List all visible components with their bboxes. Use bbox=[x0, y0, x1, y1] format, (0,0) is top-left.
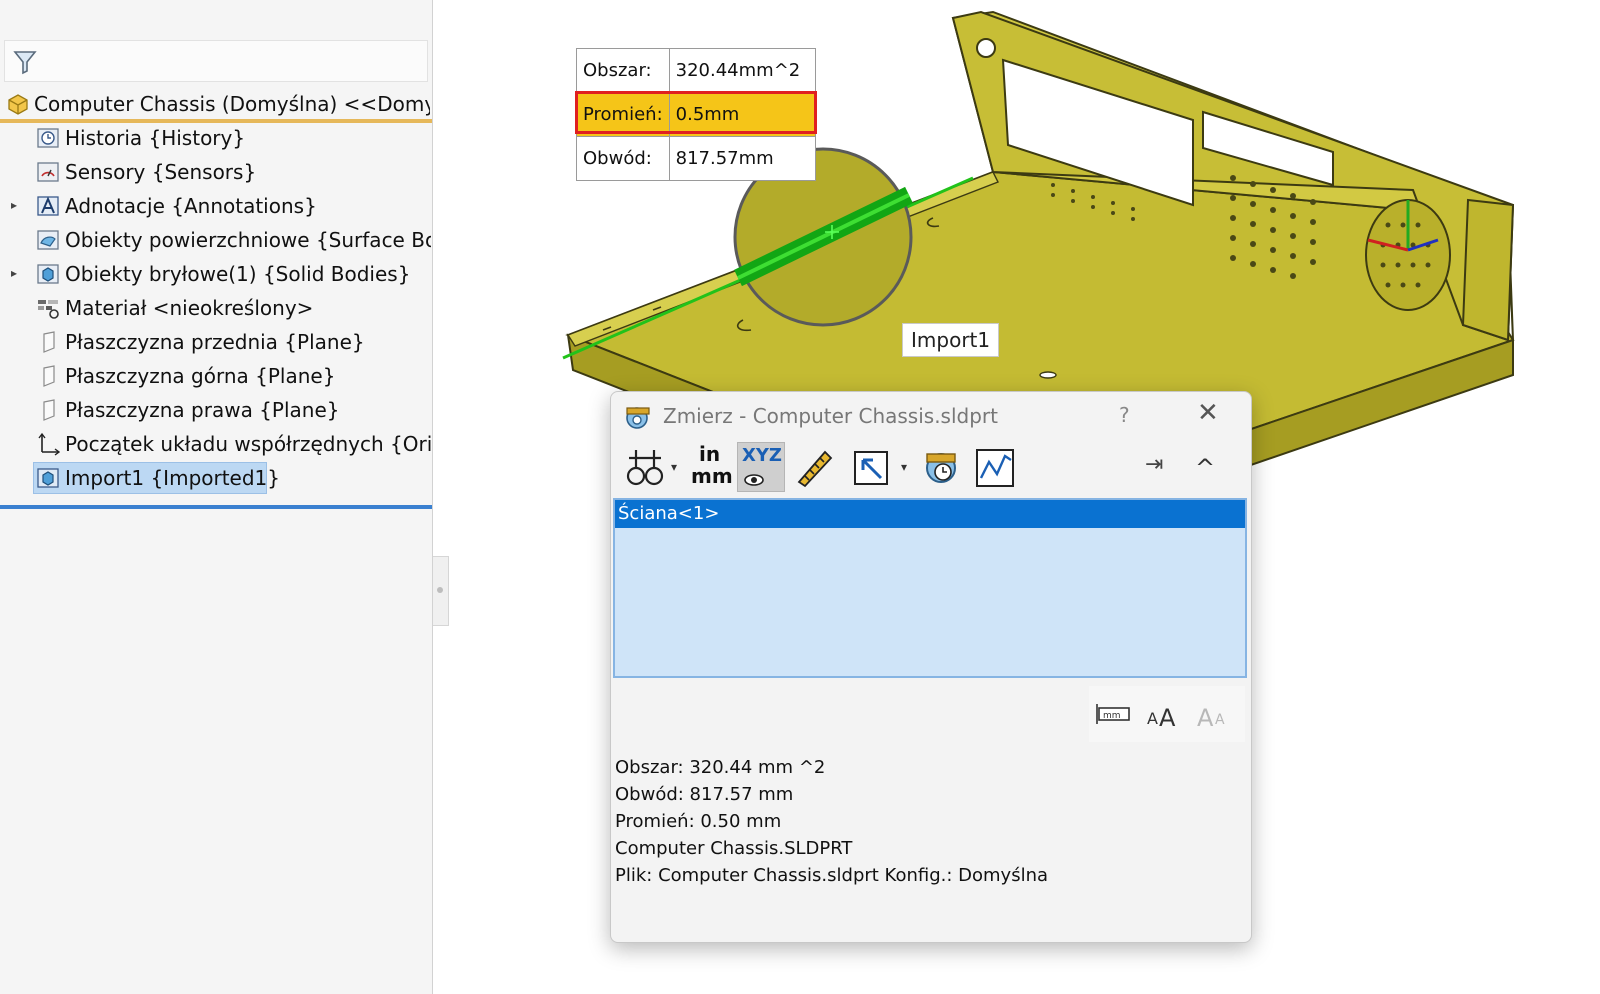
plane-icon bbox=[43, 399, 55, 421]
callout-perimeter-value: 817.57mm bbox=[668, 136, 817, 181]
tree-item-label: Płaszczyzna przednia {Plane} bbox=[65, 330, 365, 354]
ruler-icon bbox=[797, 450, 833, 488]
result-part-name: Computer Chassis.SLDPRT bbox=[615, 838, 853, 859]
annotation-icon bbox=[37, 196, 59, 216]
units-precision-button[interactable]: in mm bbox=[685, 442, 733, 492]
tree-item-origin[interactable]: Początek układu współrzędnych {Orig bbox=[0, 427, 432, 461]
projection-arrow-icon bbox=[854, 451, 888, 485]
callout-radius-value: 0.5mm bbox=[668, 92, 817, 137]
callout-area-row: Obszar: 320.44mm^2 bbox=[576, 48, 817, 93]
history-icon bbox=[37, 128, 59, 148]
tree-item-label: Sensory {Sensors} bbox=[65, 160, 257, 184]
measure-tool-icon bbox=[626, 407, 650, 429]
projection-button[interactable] bbox=[847, 442, 895, 492]
selection-item-face[interactable]: Ściana<1> bbox=[615, 500, 1245, 528]
measurement-history-button[interactable] bbox=[917, 442, 965, 492]
expand-arrow-icon[interactable]: ▸ bbox=[11, 198, 17, 212]
svg-text:mm: mm bbox=[1103, 711, 1121, 721]
increase-font-icon[interactable]: A A bbox=[1143, 696, 1183, 732]
chevron-down-icon[interactable]: ▾ bbox=[671, 460, 677, 474]
point-to-point-button[interactable] bbox=[789, 442, 837, 492]
format-toolbar: mm A A A A bbox=[1089, 686, 1245, 742]
tree-item-label: Materiał <nieokreślony> bbox=[65, 296, 314, 320]
plane-icon bbox=[43, 365, 55, 387]
dialog-title: Zmierz - Computer Chassis.sldprt bbox=[663, 404, 998, 428]
units-label-mm: mm bbox=[691, 464, 733, 488]
dual-dimension-icon[interactable]: mm bbox=[1093, 696, 1133, 732]
tree-root-label: Computer Chassis (Domyślna) <<Domyśl bbox=[34, 92, 430, 116]
svg-text:A: A bbox=[1215, 712, 1225, 728]
xyz-label: XYZ bbox=[742, 445, 782, 466]
sensor-graph-button[interactable] bbox=[971, 442, 1019, 492]
result-radius: Promień: 0.50 mm bbox=[615, 811, 782, 832]
tree-item-label: Historia {History} bbox=[65, 126, 246, 150]
show-xyz-button[interactable]: XYZ bbox=[737, 442, 785, 492]
callout-radius-row: Promień: 0.5mm bbox=[576, 92, 817, 137]
tree-item-front-plane[interactable]: Płaszczyzna przednia {Plane} bbox=[0, 325, 432, 359]
tree-item-label: Import1 {Imported1} bbox=[65, 466, 281, 490]
help-button[interactable]: ? bbox=[1119, 403, 1130, 427]
filter-icon[interactable] bbox=[13, 49, 37, 75]
tree-item-solid-bodies[interactable]: ▸ Obiekty bryłowe(1) {Solid Bodies} bbox=[0, 257, 432, 291]
surface-bodies-icon bbox=[37, 230, 59, 250]
callout-perimeter-key: Obwód: bbox=[576, 136, 670, 181]
tree-item-label: Obiekty powierzchniowe {Surface Bod bbox=[65, 228, 431, 252]
collapse-chevron-icon[interactable]: ^ bbox=[1195, 454, 1215, 482]
callout-radius-key: Promień: bbox=[576, 92, 670, 137]
svg-text:A: A bbox=[1159, 704, 1176, 732]
sensor-icon bbox=[37, 162, 59, 182]
tree-item-history[interactable]: Historia {History} bbox=[0, 121, 432, 155]
tree-item-import1[interactable]: Import1 {Imported1} bbox=[0, 461, 432, 495]
arc-circle-icon bbox=[626, 450, 664, 486]
import-underline bbox=[0, 505, 432, 509]
tree-item-sensors[interactable]: Sensory {Sensors} bbox=[0, 155, 432, 189]
measure-history-icon bbox=[926, 453, 956, 483]
decrease-font-icon[interactable]: A A bbox=[1193, 696, 1233, 732]
tree-item-top-plane[interactable]: Płaszczyzna górna {Plane} bbox=[0, 359, 432, 393]
measure-results: Obszar: 320.44 mm ^2 Obwód: 817.57 mm Pr… bbox=[615, 754, 1048, 889]
import-feature-icon bbox=[37, 468, 59, 488]
eye-icon bbox=[744, 474, 764, 486]
tree-item-label: Obiekty bryłowe(1) {Solid Bodies} bbox=[65, 262, 411, 286]
tree-item-annotations[interactable]: ▸ Adnotacje {Annotations} bbox=[0, 189, 432, 223]
expand-arrow-icon[interactable]: ▸ bbox=[11, 266, 17, 280]
measure-callout: Obszar: 320.44mm^2 Promień: 0.5mm Obwód:… bbox=[576, 48, 817, 181]
origin-icon bbox=[38, 432, 60, 456]
solid-bodies-icon bbox=[37, 264, 59, 284]
tree-item-label: Płaszczyzna górna {Plane} bbox=[65, 364, 336, 388]
result-perimeter: Obwód: 817.57 mm bbox=[615, 784, 794, 805]
tree-item-right-plane[interactable]: Płaszczyzna prawa {Plane} bbox=[0, 393, 432, 427]
close-button[interactable]: ✕ bbox=[1197, 398, 1219, 428]
measure-toolbar: ▾ in mm XYZ ▾ ⇥ ^ bbox=[621, 442, 1241, 494]
tree-item-surface-bodies[interactable]: Obiekty powierzchniowe {Surface Bod bbox=[0, 223, 432, 257]
arc-circle-measurement-button[interactable] bbox=[621, 442, 669, 492]
svg-text:A: A bbox=[1147, 709, 1158, 728]
measure-dialog: Zmierz - Computer Chassis.sldprt ? ✕ ▾ i… bbox=[610, 391, 1252, 943]
tree-item-label: Adnotacje {Annotations} bbox=[65, 194, 317, 218]
svg-text:A: A bbox=[1197, 704, 1214, 732]
chevron-down-icon[interactable]: ▾ bbox=[901, 460, 907, 474]
tree-item-label: Płaszczyzna prawa {Plane} bbox=[65, 398, 340, 422]
units-label-in: in bbox=[699, 442, 721, 466]
tree-filter-bar[interactable] bbox=[4, 40, 428, 82]
material-icon bbox=[38, 300, 59, 319]
tree-item-label: Początek układu współrzędnych {Orig bbox=[65, 432, 431, 456]
callout-perimeter-row: Obwód: 817.57mm bbox=[576, 136, 817, 181]
graph-icon bbox=[976, 449, 1014, 487]
dialog-titlebar[interactable]: Zmierz - Computer Chassis.sldprt ? ✕ bbox=[611, 392, 1251, 440]
feature-tree-panel: Computer Chassis (Domyślna) <<Domyśl His… bbox=[0, 0, 433, 994]
result-file-config: Plik: Computer Chassis.sldprt Konfig.: D… bbox=[615, 865, 1049, 886]
selection-list[interactable]: Ściana<1> bbox=[613, 498, 1247, 678]
pin-icon[interactable]: ⇥ bbox=[1145, 452, 1163, 477]
callout-area-value: 320.44mm^2 bbox=[668, 48, 817, 93]
part-icon bbox=[8, 94, 28, 115]
callout-area-key: Obszar: bbox=[576, 48, 670, 93]
tree-item-material[interactable]: Materiał <nieokreślony> bbox=[0, 291, 432, 325]
plane-icon bbox=[43, 331, 55, 353]
result-area: Obszar: 320.44 mm ^2 bbox=[615, 757, 826, 778]
feature-tooltip-import1: Import1 bbox=[902, 323, 1000, 357]
tree-root-part[interactable]: Computer Chassis (Domyślna) <<Domyśl bbox=[0, 87, 432, 121]
